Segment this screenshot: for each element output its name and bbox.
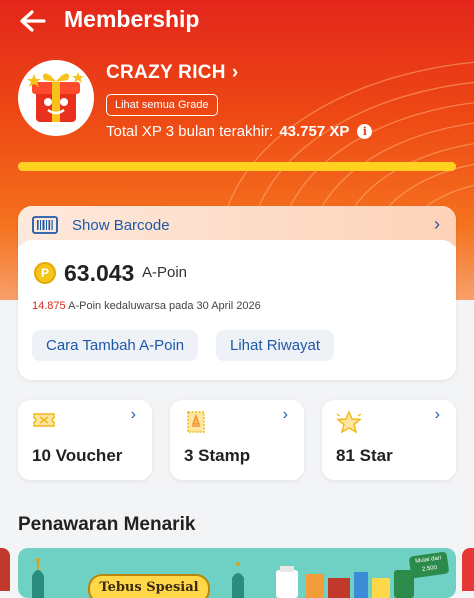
star-card[interactable]: › 81 Star	[322, 400, 456, 480]
chevron-right-icon: ›	[282, 406, 288, 423]
points-expiry: 14.875 A-Poin kedaluwarsa pada 30 April …	[32, 300, 261, 312]
voucher-icon	[32, 410, 56, 435]
show-barcode-label: Show Barcode	[72, 217, 170, 234]
see-all-grades-button[interactable]: Lihat semua Grade	[106, 94, 218, 116]
star-icon	[336, 410, 362, 439]
promo-banner-title: Tebus Spesial	[88, 574, 210, 598]
stamp-count: 3 Stamp	[184, 446, 251, 465]
page-title: Membership	[64, 6, 200, 32]
offers-section-title: Penawaran Menarik	[18, 514, 196, 535]
xp-label: Total XP 3 bulan terakhir:	[106, 123, 274, 140]
chevron-right-icon: ›	[231, 62, 239, 83]
back-arrow-icon[interactable]	[18, 8, 48, 34]
xp-value: 43.757 XP	[279, 123, 350, 140]
points-balance-panel: P 63.043 A-Poin 14.875 A-Poin kedaluwars…	[18, 240, 456, 380]
grade-name: CRAZY RICH	[106, 62, 226, 83]
promo-banner-prev-peek[interactable]	[0, 548, 10, 591]
grade-avatar	[18, 60, 94, 136]
a-poin-coin-icon: P	[34, 262, 56, 284]
star-count: 81 Star	[336, 446, 393, 465]
xp-progress-fill	[18, 162, 456, 171]
info-icon[interactable]: i	[357, 124, 373, 139]
how-to-earn-points-button[interactable]: Cara Tambah A-Poin	[32, 330, 199, 361]
chevron-right-icon: ›	[130, 406, 136, 423]
expiry-amount: 14.875	[32, 300, 66, 312]
xp-summary: Total XP 3 bulan terakhir: 43.757 XP i	[106, 123, 373, 140]
xp-progress-bar	[18, 162, 456, 171]
chevron-right-icon: ›	[434, 214, 440, 234]
voucher-card[interactable]: › 10 Voucher	[18, 400, 152, 480]
promo-banner-next-peek[interactable]	[462, 548, 474, 591]
grade-link[interactable]: CRAZY RICH ›	[106, 62, 238, 84]
view-history-button[interactable]: Lihat Riwayat	[216, 330, 335, 361]
points-card: Show Barcode › P 63.043 A-Poin 14.875 A-…	[18, 206, 456, 380]
stamp-icon	[184, 410, 208, 439]
expiry-text: A-Poin kedaluwarsa pada 30 April 2026	[68, 300, 261, 312]
stamp-card[interactable]: › 3 Stamp	[170, 400, 304, 480]
barcode-icon	[32, 216, 58, 239]
points-value: 63.043	[64, 260, 135, 286]
voucher-count: 10 Voucher	[32, 446, 123, 465]
chevron-right-icon: ›	[434, 406, 440, 423]
points-unit: A-Poin	[142, 264, 188, 281]
app-header: Membership	[0, 0, 474, 44]
